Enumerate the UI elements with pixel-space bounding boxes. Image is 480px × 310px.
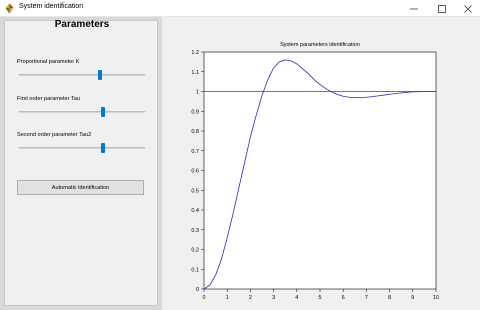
chart-title: System parameters identification [280,42,360,48]
title-bar: System identification [0,0,480,17]
y-tick-label: 0.6 [191,169,199,175]
slider-thumb[interactable] [100,107,105,117]
slider-k[interactable] [19,70,145,80]
minimize-button[interactable] [401,0,427,17]
slider-thumb[interactable] [100,143,105,153]
x-tick-label: 1 [226,295,229,301]
y-tick-label: 0.5 [191,188,199,194]
close-icon [464,4,472,13]
x-tick-label: 5 [318,295,321,301]
x-tick-label: 8 [388,295,391,301]
maximize-button[interactable] [429,0,455,17]
panel-title: Parameters [54,19,110,30]
y-tick-label: 0.2 [191,248,199,254]
slider-tau2[interactable] [19,143,145,153]
slider-track [19,74,145,76]
maximize-icon [438,4,446,13]
x-tick-label: 10 [433,295,439,301]
slider-track [19,147,145,149]
window-title: System identification [19,3,84,10]
y-tick-label: 0 [196,287,199,293]
slider-track [19,111,145,113]
scilab-icon [5,3,14,14]
x-tick-label: 2 [249,295,252,301]
y-tick-label: 1.1 [191,70,199,76]
minimize-icon [410,8,418,9]
y-tick-label: 1 [196,90,199,96]
automatic-identification-button[interactable]: Automatic identification [17,180,144,195]
y-tick-label: 1.2 [191,50,199,56]
plot-figure: System parameters identification 0 1 2 3 4 5 6… [162,17,480,310]
slider-tau[interactable] [19,107,145,117]
y-tick-label: 0.4 [191,208,199,214]
param-label-tau: First order parameter Tau [17,96,81,102]
x-tick-label: 6 [342,295,345,301]
slider-thumb[interactable] [98,70,103,80]
y-tick-label: 0.9 [191,109,199,115]
y-tick-label: 0.1 [191,267,199,273]
close-button[interactable] [455,0,480,17]
x-tick-label: 0 [202,295,205,301]
parameters-panel: Parameters Proportional parameter K Firs… [4,19,158,306]
x-tick-label: 3 [272,295,275,301]
y-tick-label: 0.8 [191,129,199,135]
window-content: Parameters Proportional parameter K Firs… [0,17,480,310]
chart-canvas: System parameters identification 0 1 2 3 4 5 6… [191,42,439,301]
x-tick-label: 9 [411,295,414,301]
param-label-k: Proportional parameter K [17,59,80,65]
y-tick-label: 0.3 [191,228,199,234]
param-label-tau2: Second order parameter Tau2 [17,132,92,138]
plot-area [203,51,437,290]
x-tick-label: 7 [365,295,368,301]
y-tick-label: 0.7 [191,149,199,155]
x-tick-label: 4 [295,295,298,301]
